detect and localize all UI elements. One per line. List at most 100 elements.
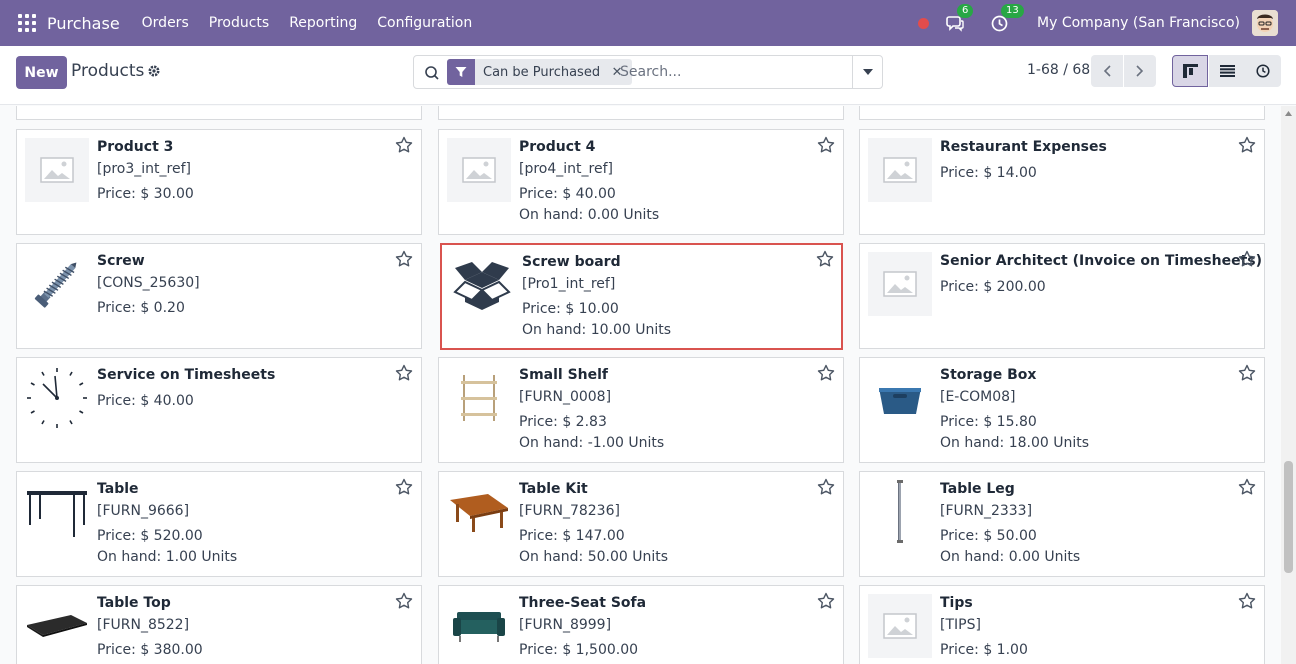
product-card[interactable]: Small Shelf [FURN_0008] Price: $ 2.83 On ha… [438, 357, 844, 463]
card-details: Storage Box [E-COM08] Price: $ 15.80 On han… [940, 367, 1224, 451]
favorite-star-icon[interactable] [395, 136, 413, 154]
card-details: Table Kit [FURN_78236] Price: $ 147.00 On h… [519, 481, 803, 565]
product-price: Price: $ 10.00 [522, 301, 619, 317]
card-details: Tips [TIPS] Price: $ 1.00 [940, 595, 1224, 658]
card-details: Table [FURN_9666] Price: $ 520.00 On hand: … [97, 481, 381, 565]
kanban-card-partial[interactable] [438, 106, 844, 120]
gear-icon[interactable] [146, 63, 161, 78]
product-name: Table Top [97, 595, 171, 611]
menu-item-products[interactable]: Products [209, 15, 269, 31]
product-name: Restaurant Expenses [940, 139, 1107, 155]
product-name: Tips [940, 595, 973, 611]
product-card[interactable]: Service on Timesheets Price: $ 40.00 [16, 357, 422, 463]
product-reference: [FURN_78236] [519, 503, 620, 519]
favorite-star-icon[interactable] [1238, 592, 1256, 610]
kanban-card-partial[interactable] [16, 106, 422, 120]
favorite-star-icon[interactable] [1238, 478, 1256, 496]
recording-indicator-icon[interactable] [918, 17, 930, 29]
product-reference: [pro3_int_ref] [97, 161, 191, 177]
product-on-hand: On hand: 10.00 Units [522, 322, 672, 338]
product-card[interactable]: Table Leg [FURN_2333] Price: $ 50.00 On han… [859, 471, 1265, 577]
product-card[interactable]: Screw board [Pro1_int_ref] Price: $ 10.00 O… [440, 243, 843, 350]
card-details: Restaurant Expenses Price: $ 14.00 [940, 139, 1224, 181]
scroll-up-arrow-icon[interactable] [1281, 106, 1296, 121]
product-reference: [FURN_9666] [97, 503, 190, 519]
chevron-left-icon [1103, 65, 1111, 77]
product-name: Three-Seat Sofa [519, 595, 647, 611]
favorite-star-icon[interactable] [395, 250, 413, 268]
product-image [25, 594, 89, 658]
pager-previous-button[interactable] [1091, 55, 1123, 87]
menu-item-reporting[interactable]: Reporting [289, 15, 357, 31]
favorite-star-icon[interactable] [817, 592, 835, 610]
scrollbar-thumb[interactable] [1284, 461, 1293, 573]
caret-down-icon [862, 69, 873, 75]
kanban-scrollbar[interactable] [1281, 106, 1296, 664]
menu-item-configuration[interactable]: Configuration [377, 15, 472, 31]
kanban-view-button[interactable] [1172, 55, 1208, 87]
company-switcher[interactable]: My Company (San Francisco) [1037, 15, 1240, 31]
product-card[interactable]: Table Top [FURN_8522] Price: $ 380.00 [16, 585, 422, 664]
favorite-star-icon[interactable] [817, 136, 835, 154]
activity-view-button[interactable] [1245, 55, 1281, 87]
product-image [25, 366, 89, 430]
favorite-star-icon[interactable] [1238, 136, 1256, 154]
activity-clock-icon[interactable]: 13 [989, 4, 1024, 33]
product-reference: [Pro1_int_ref] [522, 276, 616, 292]
favorite-star-icon[interactable] [1238, 364, 1256, 382]
product-price: Price: $ 1.00 [940, 642, 1028, 658]
product-card[interactable]: Product 3 [pro3_int_ref] Price: $ 30.00 [16, 129, 422, 235]
kanban-view: Product 3 [pro3_int_ref] Price: $ 30.00 Pro… [0, 106, 1281, 664]
favorite-star-icon[interactable] [817, 478, 835, 496]
product-on-hand: On hand: -1.00 Units [519, 435, 665, 451]
product-name: Table Leg [940, 481, 1015, 497]
product-image [868, 480, 932, 544]
favorite-star-icon[interactable] [395, 364, 413, 382]
new-button[interactable]: New [16, 56, 67, 89]
apps-menu-icon[interactable] [18, 14, 36, 32]
product-card[interactable]: Senior Architect (Invoice on Timesheets)… [859, 243, 1265, 349]
product-image [25, 480, 89, 544]
product-on-hand: On hand: 18.00 Units [940, 435, 1090, 451]
card-details: Product 4 [pro4_int_ref] Price: $ 40.00 On … [519, 139, 803, 223]
clock-icon [1256, 64, 1270, 78]
product-price: Price: $ 0.20 [97, 300, 185, 316]
product-price: Price: $ 1,500.00 [519, 642, 639, 658]
top-navbar: Purchase Orders Products Reporting Confi… [0, 0, 1296, 46]
favorite-star-icon[interactable] [816, 250, 834, 268]
list-icon [1219, 65, 1235, 77]
card-details: Three-Seat Sofa [FURN_8999] Price: $ 1,500… [519, 595, 803, 658]
menu-item-orders[interactable]: Orders [142, 15, 189, 31]
pager-value[interactable]: 1-68 / 68 [1027, 62, 1090, 78]
product-card[interactable]: Restaurant Expenses Price: $ 14.00 [859, 129, 1265, 235]
pager-next-button[interactable] [1124, 55, 1156, 87]
product-name: Screw [97, 253, 145, 269]
activity-badge: 13 [1001, 4, 1024, 18]
product-card[interactable]: Product 4 [pro4_int_ref] Price: $ 40.00 On … [438, 129, 844, 235]
product-image [447, 480, 511, 544]
search-icon[interactable] [424, 65, 440, 81]
product-card[interactable]: Tips [TIPS] Price: $ 1.00 [859, 585, 1265, 664]
favorite-star-icon[interactable] [395, 478, 413, 496]
chat-icon[interactable]: 6 [945, 4, 974, 33]
kanban-card-partial[interactable] [859, 106, 1265, 120]
product-card[interactable]: Three-Seat Sofa [FURN_8999] Price: $ 1,500… [438, 585, 844, 664]
product-name: Table Kit [519, 481, 588, 497]
product-reference: [TIPS] [940, 617, 981, 633]
favorite-star-icon[interactable] [395, 592, 413, 610]
product-on-hand: On hand: 1.00 Units [97, 549, 238, 565]
list-view-button[interactable] [1209, 55, 1245, 87]
chevron-right-icon [1136, 65, 1144, 77]
product-card[interactable]: Table Kit [FURN_78236] Price: $ 147.00 On h… [438, 471, 844, 577]
product-name: Table [97, 481, 139, 497]
product-image [868, 138, 932, 202]
user-avatar[interactable] [1252, 10, 1278, 36]
product-card[interactable]: Screw [CONS_25630] Price: $ 0.20 [16, 243, 422, 349]
search-input[interactable] [620, 61, 850, 83]
product-card[interactable]: Storage Box [E-COM08] Price: $ 15.80 On han… [859, 357, 1265, 463]
favorite-star-icon[interactable] [1238, 250, 1256, 268]
app-name[interactable]: Purchase [47, 14, 120, 33]
product-card[interactable]: Table [FURN_9666] Price: $ 520.00 On hand: … [16, 471, 422, 577]
favorite-star-icon[interactable] [817, 364, 835, 382]
search-options-toggle[interactable] [852, 56, 882, 88]
